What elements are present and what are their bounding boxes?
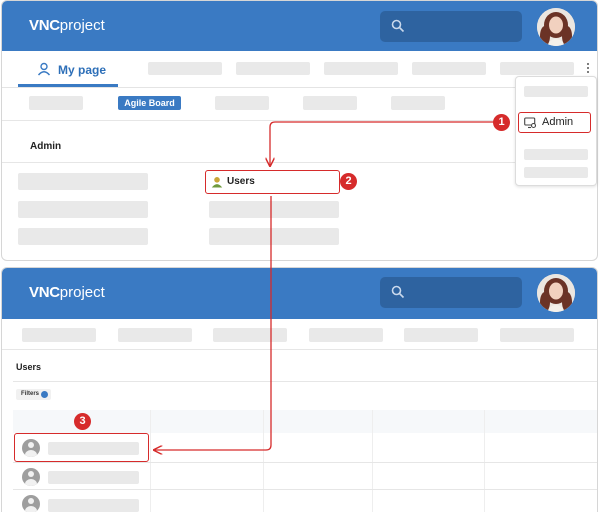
callout-arrows: [0, 121, 495, 512]
arrow-step-2: [155, 196, 272, 450]
step-badge-1: 1: [493, 114, 510, 131]
step-badge-3: 3: [74, 413, 91, 430]
tutorial-stage: VNCproject My page Agile Board Admin Use…: [0, 0, 600, 512]
arrow-step-1: [270, 121, 495, 165]
step-badge-2: 2: [340, 173, 357, 190]
